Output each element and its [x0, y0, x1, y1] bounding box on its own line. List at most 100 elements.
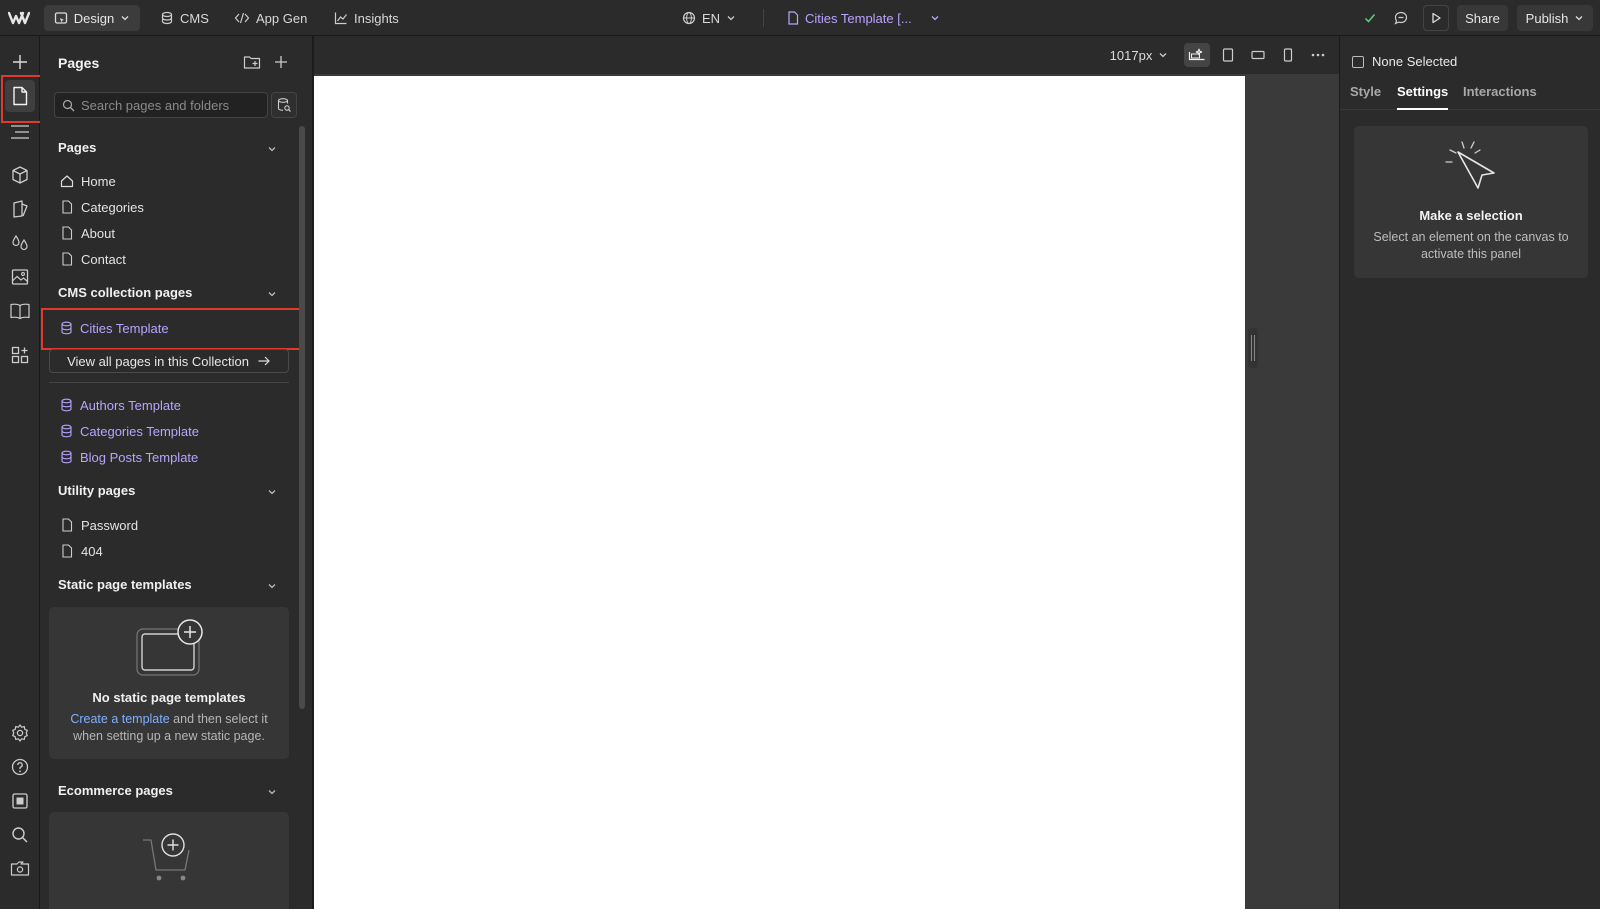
arrow-right-icon: [258, 356, 270, 366]
search-cms-items-button[interactable]: [271, 92, 297, 118]
tablet-icon: [1222, 48, 1234, 62]
chevron-down-icon[interactable]: [266, 580, 278, 592]
page-icon: [62, 544, 73, 558]
saved-status[interactable]: [1357, 5, 1383, 31]
preview-button[interactable]: [1423, 5, 1449, 31]
page-item-categories[interactable]: Categories: [60, 196, 144, 218]
cms-button[interactable]: [8, 299, 32, 323]
cms-book-icon: [10, 303, 30, 320]
section-divider: [49, 382, 289, 383]
navigator-icon: [11, 125, 29, 139]
make-selection-card: Make a selection Select an element on th…: [1354, 126, 1588, 278]
database-icon: [161, 11, 173, 25]
cms-label: CMS: [180, 10, 209, 26]
cms-tab[interactable]: CMS: [160, 5, 209, 31]
database-icon: [61, 450, 72, 464]
chevron-down-icon[interactable]: [266, 143, 278, 155]
chart-line-icon: [334, 12, 347, 25]
add-icon: [275, 56, 287, 68]
code-icon: [234, 12, 250, 24]
add-elements-button[interactable]: [8, 50, 32, 74]
breakpoint-mobile-landscape-button[interactable]: [1247, 43, 1269, 67]
page-item-404[interactable]: 404: [60, 540, 103, 562]
page-icon: [62, 226, 73, 240]
new-folder-button[interactable]: [242, 52, 262, 72]
page-selector[interactable]: Cities Template [...: [787, 5, 940, 31]
settings-icon: [12, 724, 28, 742]
design-mode-button[interactable]: Design: [44, 5, 140, 31]
page-label: 404: [81, 543, 103, 559]
database-icon: [61, 424, 72, 438]
create-template-link[interactable]: Create a template: [70, 712, 169, 726]
add-page-button[interactable]: [271, 52, 291, 72]
page-item-home[interactable]: Home: [60, 170, 116, 192]
chevron-down-icon[interactable]: [266, 786, 278, 798]
components-button[interactable]: [8, 163, 32, 187]
view-all-collection-pages-button[interactable]: View all pages in this Collection: [49, 349, 289, 373]
apps-icon: [11, 346, 29, 364]
panel-scrollbar[interactable]: [299, 126, 305, 709]
breakpoint-desktop-button[interactable]: [1184, 43, 1210, 67]
canvas-area: 1017px: [314, 36, 1339, 909]
tab-interactions[interactable]: Interactions: [1463, 84, 1537, 110]
top-bar: Design CMS App Gen Insights EN Cities Te…: [0, 0, 1600, 36]
insights-tab[interactable]: Insights: [334, 5, 399, 31]
section-cms-header[interactable]: CMS collection pages: [58, 285, 192, 300]
none-selected-label: None Selected: [1372, 54, 1458, 69]
help-button[interactable]: [8, 755, 32, 779]
cms-item-blog-posts-template[interactable]: Blog Posts Template: [60, 446, 198, 468]
section-pages-header[interactable]: Pages: [58, 140, 96, 155]
page-label: Contact: [81, 251, 126, 267]
variables-button[interactable]: [8, 231, 32, 255]
navigator-button[interactable]: [8, 120, 32, 144]
canvas-resize-handle[interactable]: [1248, 328, 1258, 368]
page-item-password[interactable]: Password: [60, 514, 138, 536]
breakpoint-mobile-portrait-button[interactable]: [1277, 43, 1299, 67]
video-tutorials-button[interactable]: [8, 857, 32, 881]
selection-checkbox[interactable]: [1352, 55, 1364, 68]
panel-tabs: Style Settings Interactions: [1340, 84, 1600, 110]
design-canvas[interactable]: [314, 76, 1245, 909]
settings-button[interactable]: [8, 721, 32, 745]
publish-button[interactable]: Publish: [1517, 5, 1593, 31]
mobile-landscape-icon: [1251, 50, 1265, 60]
assets-icon: [11, 269, 29, 285]
audit-button[interactable]: [8, 789, 32, 813]
chevron-down-icon[interactable]: [266, 486, 278, 498]
empty-static-text: Create a template and then select it whe…: [61, 711, 277, 745]
locale-selector[interactable]: EN: [682, 5, 736, 31]
page-label: Password: [81, 517, 139, 533]
static-templates-empty-card: No static page templates Create a templa…: [49, 607, 289, 759]
apps-button[interactable]: [8, 343, 32, 367]
pages-panel: Pages Pages Home Categories About Contac…: [40, 36, 313, 909]
canvas-width-selector[interactable]: 1017px: [1104, 43, 1174, 67]
tab-style[interactable]: Style: [1350, 84, 1381, 110]
section-ecommerce-header[interactable]: Ecommerce pages: [58, 783, 173, 798]
assets-button[interactable]: [8, 265, 32, 289]
canvas-more-button[interactable]: [1307, 43, 1329, 67]
style-manager-button[interactable]: [8, 197, 32, 221]
search-button[interactable]: [8, 823, 32, 847]
play-icon: [1432, 12, 1441, 24]
tab-settings[interactable]: Settings: [1397, 84, 1449, 110]
cms-item-categories-template[interactable]: Categories Template: [60, 420, 199, 442]
section-static-header[interactable]: Static page templates: [58, 577, 192, 592]
comments-button[interactable]: [1388, 5, 1414, 31]
pages-button[interactable]: [5, 80, 35, 112]
cms-item-cities-template[interactable]: Cities Template: [60, 317, 169, 339]
cms-item-label: Blog Posts Template: [80, 449, 199, 465]
search-pages-input[interactable]: [81, 97, 261, 113]
chevron-down-icon[interactable]: [266, 288, 278, 300]
design-icon: [54, 12, 67, 24]
breakpoint-tablet-button[interactable]: [1217, 43, 1239, 67]
section-utility-header[interactable]: Utility pages: [58, 483, 135, 498]
app-gen-tab[interactable]: App Gen: [234, 5, 307, 31]
page-item-contact[interactable]: Contact: [60, 248, 126, 270]
pages-icon: [13, 86, 28, 106]
page-item-about[interactable]: About: [60, 222, 115, 244]
app-gen-label: App Gen: [256, 10, 308, 26]
cms-item-authors-template[interactable]: Authors Template: [60, 394, 181, 416]
share-button[interactable]: Share: [1457, 5, 1508, 31]
cms-item-label: Categories Template: [80, 423, 199, 439]
webflow-logo-icon[interactable]: [8, 8, 30, 28]
